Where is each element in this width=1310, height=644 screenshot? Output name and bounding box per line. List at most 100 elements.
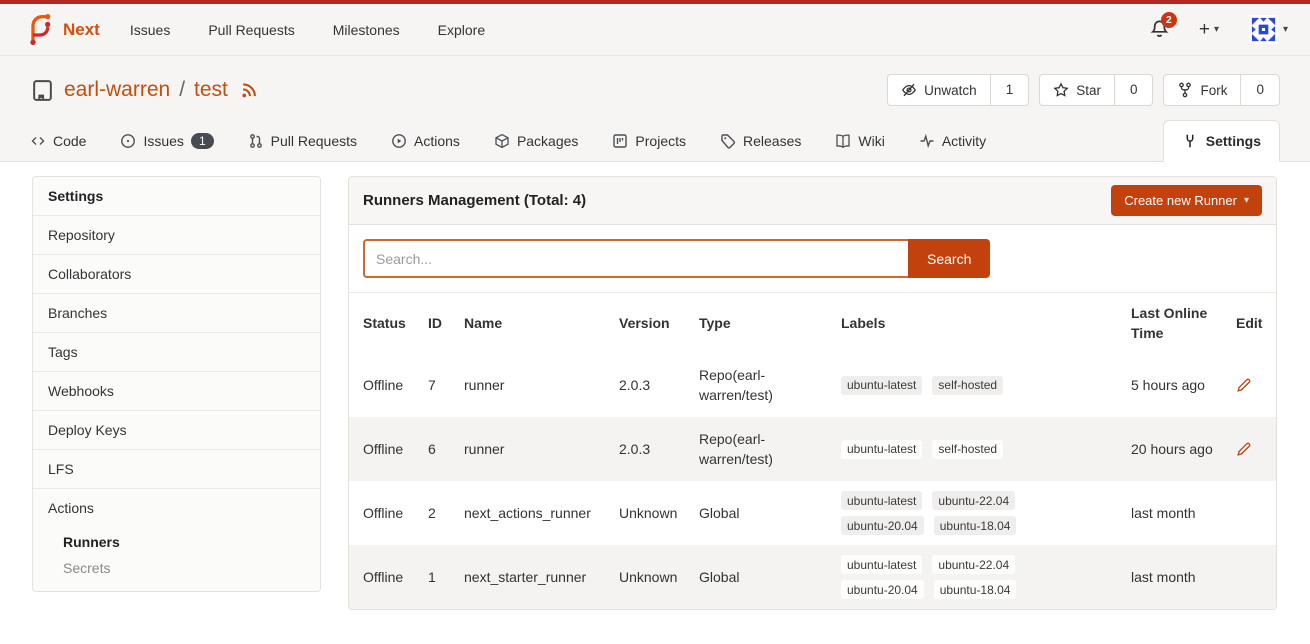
repo-header: earl-warren / test [0, 56, 1310, 120]
chevron-down-icon: ▾ [1214, 24, 1219, 35]
runner-row: Offline 6 runner 2.0.3 Repo(earl-warren/… [349, 417, 1276, 481]
runner-last-online: last month [1131, 569, 1236, 585]
col-status: Status [363, 315, 428, 331]
col-edit: Edit [1236, 315, 1264, 331]
package-icon [494, 133, 510, 149]
tab-issues[interactable]: Issues 1 [120, 133, 213, 149]
sidebar-item-repository[interactable]: Repository [33, 215, 320, 254]
runner-label-badge: ubuntu-20.04 [841, 516, 924, 535]
runner-id: 6 [428, 441, 464, 457]
tab-label: Projects [635, 133, 686, 149]
tab-code[interactable]: Code [30, 133, 86, 149]
runner-version: Unknown [619, 569, 699, 585]
tab-projects[interactable]: Projects [612, 133, 686, 149]
nav-issues[interactable]: Issues [130, 22, 170, 38]
issues-count-badge: 1 [191, 133, 214, 149]
repo-action-buttons: Unwatch 1 Star 0 [887, 74, 1280, 106]
runner-version: Unknown [619, 505, 699, 521]
star-label: Star [1076, 83, 1101, 98]
create-runner-button[interactable]: Create new Runner ▾ [1111, 185, 1262, 216]
repo-separator: / [179, 78, 185, 102]
git-pull-request-icon [248, 133, 264, 149]
sidebar-item-secrets[interactable]: Secrets [33, 555, 320, 581]
repo-tabs: Code Issues 1 Pull Requests [0, 120, 1310, 162]
sidebar-item-lfs[interactable]: LFS [33, 449, 320, 488]
sidebar-item-deploy-keys[interactable]: Deploy Keys [33, 410, 320, 449]
pulse-icon [919, 133, 935, 149]
git-fork-icon [1177, 82, 1193, 98]
runner-id: 1 [428, 569, 464, 585]
tab-packages[interactable]: Packages [494, 133, 578, 149]
notifications-button[interactable]: 2 [1150, 19, 1169, 41]
sidebar-item-webhooks[interactable]: Webhooks [33, 371, 320, 410]
tab-settings[interactable]: Settings [1163, 120, 1280, 162]
sidebar-item-runners[interactable]: Runners [33, 529, 320, 555]
sidebar-item-collaborators[interactable]: Collaborators [33, 254, 320, 293]
star-button[interactable]: Star [1040, 75, 1114, 105]
pencil-icon [1236, 441, 1252, 457]
nav-milestones[interactable]: Milestones [333, 22, 400, 38]
runner-label-badge: ubuntu-latest [841, 491, 922, 510]
runner-last-online: 5 hours ago [1131, 377, 1236, 393]
runner-name: next_actions_runner [464, 505, 619, 521]
nav-explore[interactable]: Explore [438, 22, 485, 38]
runner-label-badge: ubuntu-latest [841, 376, 922, 395]
tab-wiki[interactable]: Wiki [835, 133, 884, 149]
content: Settings Repository Collaborators Branch… [0, 162, 1310, 610]
tab-label: Actions [414, 133, 460, 149]
repo-owner-link[interactable]: earl-warren [64, 78, 170, 102]
col-name: Name [464, 315, 619, 331]
stars-count[interactable]: 0 [1114, 75, 1153, 105]
brand-label[interactable]: Next [63, 20, 100, 40]
unwatch-label: Unwatch [924, 83, 977, 98]
star-button-group: Star 0 [1039, 74, 1153, 106]
tab-pull-requests[interactable]: Pull Requests [248, 133, 357, 149]
sidebar-header-settings: Settings [33, 177, 320, 215]
runner-name: next_starter_runner [464, 569, 619, 585]
tab-label: Wiki [858, 133, 884, 149]
runner-last-online: 20 hours ago [1131, 441, 1236, 457]
runner-name: runner [464, 377, 619, 393]
tab-label: Releases [743, 133, 801, 149]
fork-label: Fork [1200, 83, 1227, 98]
tab-label: Code [53, 133, 86, 149]
runner-name: runner [464, 441, 619, 457]
nav-pull-requests[interactable]: Pull Requests [208, 22, 294, 38]
issue-icon [120, 133, 136, 149]
repo-name-link[interactable]: test [194, 78, 228, 102]
pencil-icon [1236, 377, 1252, 393]
edit-runner-button[interactable] [1236, 441, 1252, 457]
tab-label: Activity [942, 133, 986, 149]
runner-last-online: last month [1131, 505, 1236, 521]
tab-releases[interactable]: Releases [720, 133, 801, 149]
search-button[interactable]: Search [908, 239, 990, 278]
fork-button[interactable]: Fork [1164, 75, 1240, 105]
create-new-menu[interactable]: + ▾ [1199, 20, 1219, 39]
tab-activity[interactable]: Activity [919, 133, 986, 149]
sidebar-item-tags[interactable]: Tags [33, 332, 320, 371]
runner-version: 2.0.3 [619, 441, 699, 457]
forgejo-logo-icon[interactable] [22, 13, 55, 46]
watchers-count[interactable]: 1 [990, 75, 1029, 105]
runner-row: Offline 7 runner 2.0.3 Repo(earl-warren/… [349, 353, 1276, 417]
eye-slash-icon [901, 82, 917, 98]
runner-label-badge: ubuntu-20.04 [841, 580, 924, 599]
forks-count[interactable]: 0 [1240, 75, 1279, 105]
rss-feed-icon[interactable] [240, 82, 257, 99]
sidebar-item-branches[interactable]: Branches [33, 293, 320, 332]
user-menu[interactable]: ▾ [1249, 15, 1288, 44]
navbar: Next Issues Pull Requests Milestones Exp… [0, 4, 1310, 56]
repo-title: earl-warren / test [30, 78, 257, 103]
search-input[interactable] [363, 239, 908, 278]
tab-actions[interactable]: Actions [391, 133, 460, 149]
tag-icon [720, 133, 736, 149]
runner-label-badge: ubuntu-22.04 [932, 491, 1015, 510]
nav-links: Issues Pull Requests Milestones Explore [130, 22, 485, 38]
edit-runner-button[interactable] [1236, 377, 1252, 393]
page-title: Runners Management (Total: 4) [363, 192, 586, 209]
runner-status: Offline [363, 377, 428, 393]
create-runner-label: Create new Runner [1124, 193, 1237, 208]
page: Next Issues Pull Requests Milestones Exp… [0, 0, 1310, 610]
unwatch-button[interactable]: Unwatch [888, 75, 990, 105]
runner-label-badge: ubuntu-latest [841, 555, 922, 574]
